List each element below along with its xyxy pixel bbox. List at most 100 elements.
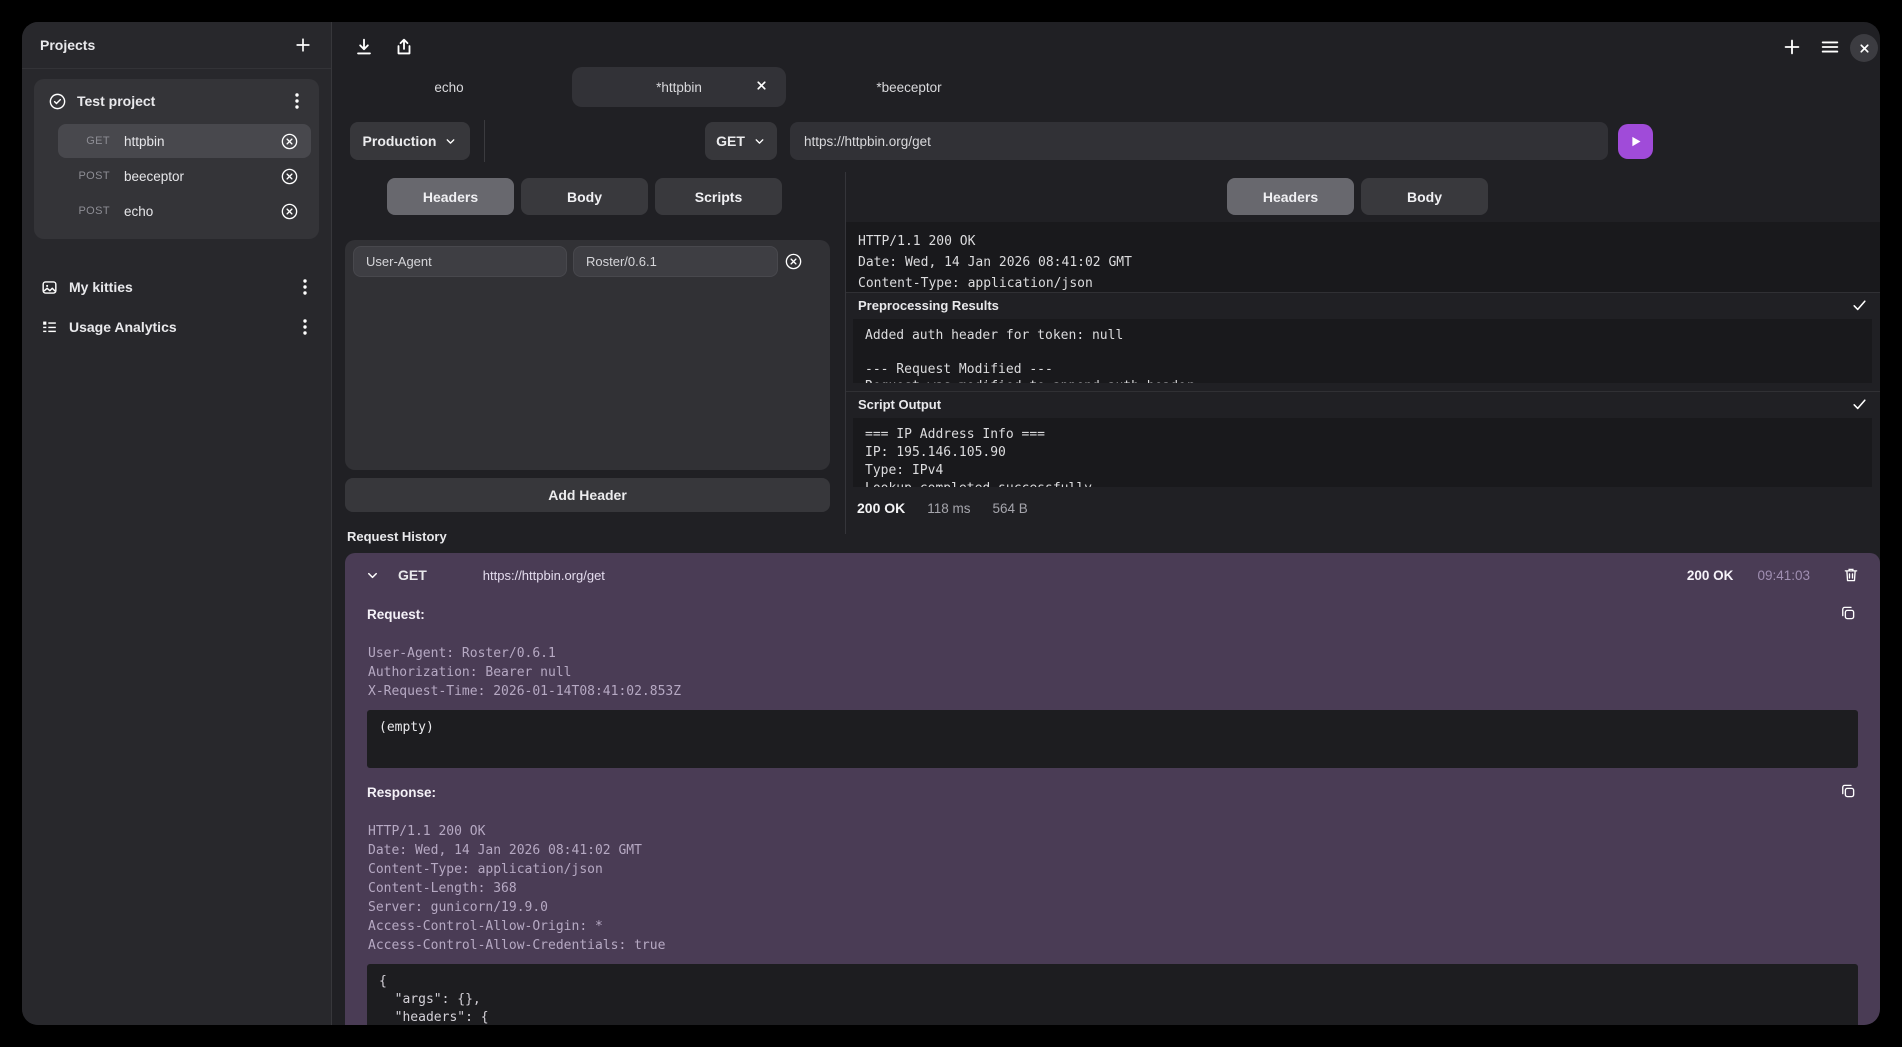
request-method-label: POST [70,205,110,217]
import-button[interactable] [352,35,376,59]
header-rows [345,240,830,277]
tab-beeceptor[interactable]: *beeceptor [794,66,1024,108]
project-card: Test project GET httpbin POST beeceptor … [34,79,319,239]
remove-icon [784,252,803,271]
request-method-label: POST [70,170,110,182]
tab-strip: echo *httpbin *beeceptor [334,66,1024,108]
script-output-line: Lookup completed successfully [865,480,1860,487]
chevron-down-icon [365,568,380,583]
history-response-headers: HTTP/1.1 200 OK Date: Wed, 14 Jan 2026 0… [368,822,665,955]
url-input[interactable] [790,122,1608,160]
tab-body[interactable]: Body [1361,178,1488,215]
tab-headers[interactable]: Headers [1227,178,1354,215]
project-request-list: GET httpbin POST beeceptor POST echo [34,124,319,228]
kebab-menu-icon [297,278,313,296]
sidebar-header: Projects [22,22,331,69]
environment-dropdown[interactable]: Production [350,122,470,160]
remove-request-button[interactable] [280,167,299,186]
history-request-headers: User-Agent: Roster/0.6.1 Authorization: … [368,644,681,701]
response-header-line: HTTP/1.1 200 OK [858,231,1868,252]
remove-icon [280,167,299,186]
sidebar-item-my-kitties[interactable]: My kitties [22,270,331,304]
my-kitties-menu-button[interactable] [297,278,313,296]
app-window: Projects Test project GET httpbin POST b… [22,22,1880,1025]
request-name-label: beeceptor [124,169,280,184]
response-header-line: Content-Type: application/json [858,273,1868,292]
success-check-icon [1851,297,1868,314]
request-section-label: Request: [367,607,425,622]
tab-httpbin[interactable]: *httpbin [564,66,794,108]
sidebar-item-usage-analytics[interactable]: Usage Analytics [22,310,331,344]
kebab-menu-icon [289,92,305,110]
history-entry-header[interactable]: GET https://httpbin.org/get 200 OK 09:41… [345,553,1880,597]
method-dropdown[interactable]: GET [705,122,777,160]
image-icon [40,278,59,297]
copy-response-button[interactable] [1838,781,1858,801]
headers-panel [345,240,830,470]
request-body: (empty) [379,719,1846,736]
trash-icon [1842,566,1860,584]
chevron-down-icon [753,135,766,148]
remove-icon [280,202,299,221]
send-request-button[interactable] [1618,124,1653,159]
remove-request-button[interactable] [280,202,299,221]
response-section-label: Response: [367,785,436,800]
preprocessing-line: Added auth header for token: null [865,327,1860,344]
history-url: https://httpbin.org/get [483,568,1677,583]
header-key-input[interactable] [353,246,567,277]
usage-analytics-menu-button[interactable] [297,318,313,336]
remove-header-button[interactable] [784,252,803,271]
new-tab-button[interactable] [1780,35,1804,59]
status-code: 200 OK [857,500,905,516]
script-output-line: IP: 195.146.105.90 [865,444,1860,462]
header-value-input[interactable] [573,246,778,277]
copy-icon [1839,604,1857,622]
sidebar-request-beeceptor[interactable]: POST beeceptor [58,159,311,193]
tab-body[interactable]: Body [521,178,648,215]
tab-echo[interactable]: echo [334,66,564,108]
sidebar-item-label: Usage Analytics [69,319,287,335]
add-project-button[interactable] [293,35,313,55]
plus-icon [1781,36,1803,58]
add-header-button[interactable]: Add Header [345,478,830,512]
status-duration: 118 ms [927,501,970,516]
history-timestamp: 09:41:03 [1757,568,1810,583]
menu-button[interactable] [1818,35,1842,59]
tab-label: *httpbin [656,80,702,95]
response-body-line: { [379,973,1846,991]
preprocessing-output: Added auth header for token: null --- Re… [853,319,1872,383]
project-name: Test project [77,93,279,109]
preprocessing-section-header: Preprocessing Results [846,292,1880,318]
delete-history-button[interactable] [1842,566,1860,584]
sidebar-request-echo[interactable]: POST echo [58,194,311,228]
environment-label: Production [363,133,437,149]
project-menu-button[interactable] [289,92,305,110]
tab-scripts[interactable]: Scripts [655,178,782,215]
close-icon [1858,42,1871,55]
close-icon [755,79,768,92]
tab-headers[interactable]: Headers [387,178,514,215]
tab-label: echo [434,80,463,95]
response-body-line: "headers": { [379,1009,1846,1025]
close-tab-button[interactable] [755,79,768,92]
tab-label: *beeceptor [876,80,941,95]
response-body-box: { "args": {}, "headers": { [367,964,1858,1025]
close-window-button[interactable] [1850,34,1878,62]
sidebar-request-httpbin[interactable]: GET httpbin [58,124,311,158]
projects-title: Projects [40,37,293,53]
history-entry: GET https://httpbin.org/get 200 OK 09:41… [345,553,1880,1025]
remove-request-button[interactable] [280,132,299,151]
success-check-icon [1851,396,1868,413]
preprocessing-title: Preprocessing Results [858,298,1851,313]
response-headers-terminal: HTTP/1.1 200 OKDate: Wed, 14 Jan 2026 08… [846,222,1880,292]
script-output-title: Script Output [858,397,1851,412]
chevron-down-icon [444,135,457,148]
export-button[interactable] [392,35,416,59]
toolbar-divider [484,120,485,162]
status-size: 564 B [993,501,1028,516]
copy-request-button[interactable] [1838,603,1858,623]
script-output-section-header: Script Output [846,391,1880,417]
remove-icon [280,132,299,151]
response-viewer-tabs: Headers Body [1227,178,1488,215]
project-header[interactable]: Test project [34,79,319,123]
